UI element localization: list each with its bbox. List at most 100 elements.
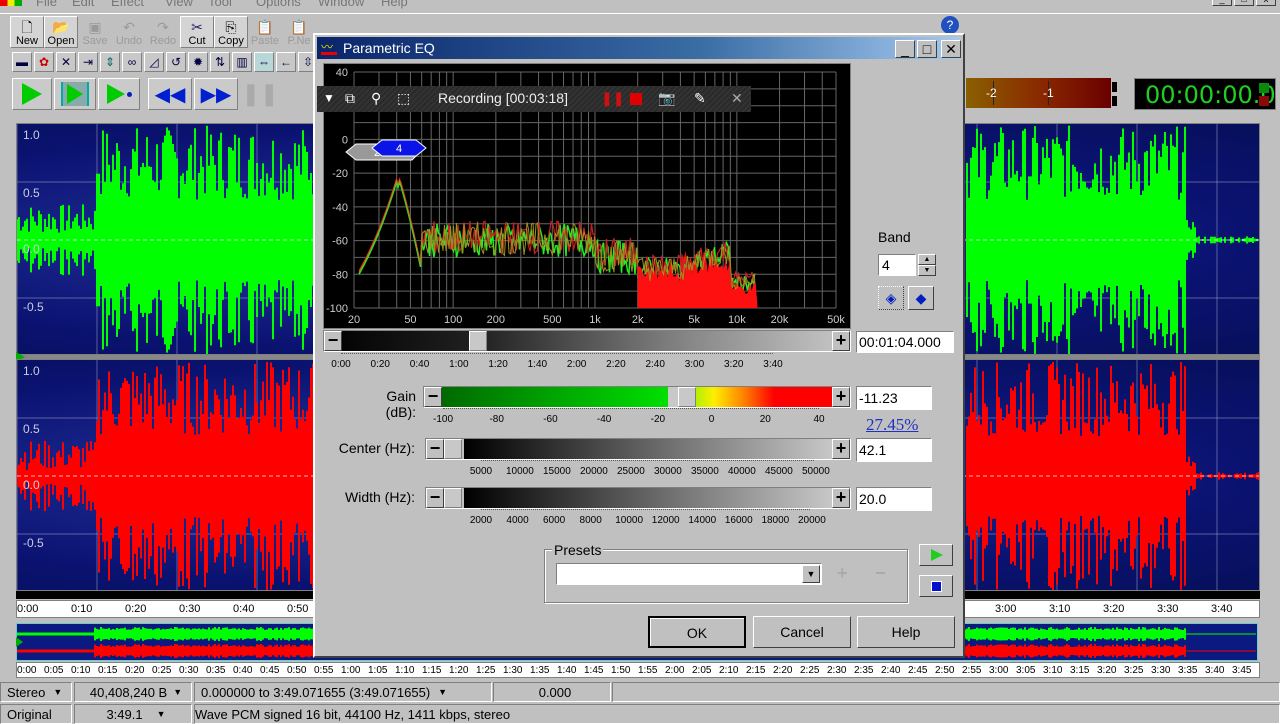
length-selector[interactable]: 3:49.1 ▼ <box>74 704 192 724</box>
presets-dropdown[interactable]: ▼ <box>556 563 822 585</box>
dialog-close-button[interactable]: ✕ <box>941 40 961 58</box>
band-up-button[interactable]: ▲ <box>918 254 936 265</box>
overview-ruler[interactable]: 0:00 0:05 0:10 0:15 0:20 0:25 0:30 0:35 0:40 0:45… <box>16 662 1260 678</box>
play-selection-button[interactable] <box>54 78 96 110</box>
cancel-button[interactable]: Cancel <box>753 616 851 648</box>
time-decrease-button[interactable]: − <box>324 331 342 351</box>
gain-slider[interactable]: − + <box>423 386 851 408</box>
menu-window[interactable]: Window <box>318 0 364 9</box>
close-icon[interactable]: x <box>1256 0 1276 6</box>
center-slider-thumb[interactable] <box>444 439 462 459</box>
rewind-button[interactable]: ◀◀ <box>148 78 192 110</box>
ok-button[interactable]: OK <box>648 616 746 648</box>
spectrum-icon[interactable]: ▥ <box>232 52 252 72</box>
ruler-tick-label: 0:45 <box>260 665 280 676</box>
menu-view[interactable]: View <box>165 0 193 9</box>
menu-edit[interactable]: Edit <box>72 0 94 9</box>
zoom-fit-icon[interactable]: ⇔ <box>254 52 274 72</box>
help-button[interactable]: Help <box>857 616 955 648</box>
band-down-button[interactable]: ▼ <box>918 265 936 276</box>
play-button[interactable] <box>12 78 52 110</box>
pause-button[interactable]: ❚❚ <box>240 78 280 110</box>
gain-input[interactable]: -11.23 <box>856 386 932 410</box>
stop-recording-icon[interactable] <box>630 93 642 105</box>
preview-play-button[interactable] <box>919 544 953 566</box>
remove-band-button[interactable]: ◆ <box>908 286 934 310</box>
width-input[interactable]: 20.0 <box>856 487 932 511</box>
gain-percent-link[interactable]: 27.45% <box>866 415 918 435</box>
menu-options[interactable]: Options <box>256 0 301 9</box>
arrow-left-icon[interactable]: ← <box>276 52 296 72</box>
effect-icon[interactable]: ✹ <box>188 52 208 72</box>
time-position-input[interactable]: 00:01:04.000 <box>856 331 954 353</box>
mix-icon[interactable]: ✿ <box>34 52 54 72</box>
play-to-end-button[interactable] <box>98 78 140 110</box>
fast-forward-button[interactable]: ▶▶ <box>194 78 238 110</box>
menu-tool[interactable]: Tool <box>208 0 232 9</box>
new-button[interactable]: 🗋 New <box>10 16 44 48</box>
width-slider[interactable]: − + <box>425 487 851 509</box>
y-tick-label: -60 <box>332 236 348 248</box>
silence-icon[interactable]: ▬ <box>12 52 32 72</box>
time-slider-thumb[interactable] <box>469 331 487 351</box>
fade-in-icon[interactable]: ◿ <box>144 52 164 72</box>
ruler-tick-label: 2:05 <box>692 665 712 676</box>
cut-button[interactable]: ✂ Cut <box>180 16 214 48</box>
magnifier-icon[interactable]: ⚲ <box>371 90 381 107</box>
dialog-minimize-button[interactable]: _ <box>895 40 915 58</box>
y-label: 1.0 <box>23 128 40 142</box>
size-selector[interactable]: 40,408,240 B ▼ <box>74 682 192 702</box>
channels-selector[interactable]: Stereo ▼ <box>0 682 72 702</box>
remove-preset-button[interactable]: − <box>875 563 886 584</box>
center-slider[interactable]: − + <box>425 438 851 460</box>
redo-button[interactable]: ↷ Redo <box>146 16 180 48</box>
menu-file[interactable]: File <box>36 0 57 9</box>
copy-button[interactable]: ⎘ Copy <box>214 16 248 48</box>
preview-stop-button[interactable] <box>919 575 953 597</box>
amplify-icon[interactable]: ⇅ <box>210 52 230 72</box>
cursor-value: 0.000 <box>493 682 611 702</box>
gain-increase-button[interactable]: + <box>832 387 850 407</box>
dialog-title-bar[interactable]: 〰 Parametric EQ _ □ ✕ <box>317 37 961 59</box>
menu-effect[interactable]: Effect <box>111 0 144 9</box>
center-increase-button[interactable]: + <box>832 439 850 459</box>
time-increase-button[interactable]: + <box>832 331 850 351</box>
center-decrease-button[interactable]: − <box>426 439 444 459</box>
close-recording-icon[interactable]: ✕ <box>731 90 743 107</box>
dialog-maximize-button[interactable]: □ <box>917 40 937 58</box>
region-select-icon[interactable]: ⬚ <box>397 90 410 107</box>
undo-button[interactable]: ↶ Undo <box>112 16 146 48</box>
center-input[interactable]: 42.1 <box>856 438 932 462</box>
add-band-button[interactable]: ◈ <box>878 286 904 310</box>
add-preset-button[interactable]: + <box>837 563 848 584</box>
ruler-tick-label: 3:00 <box>989 665 1009 676</box>
time-position-slider[interactable]: − + <box>323 330 851 352</box>
pause-recording-icon[interactable]: ❚❚ <box>601 90 624 107</box>
camera-icon[interactable]: 📷 <box>658 90 675 107</box>
pencil-icon[interactable]: ✎ <box>694 90 706 107</box>
menu-help[interactable]: Help <box>381 0 408 9</box>
collapse-icon[interactable]: ▼ <box>323 91 335 105</box>
width-decrease-button[interactable]: − <box>426 488 444 508</box>
open-button[interactable]: 📂 Open <box>44 16 78 48</box>
gain-slider-thumb[interactable] <box>678 387 697 407</box>
maximize-icon[interactable]: □ <box>1234 0 1254 6</box>
selection-range-selector[interactable]: 0.000000 to 3:49.071655 (3:49.071655) ▼ <box>194 682 492 702</box>
center-value: 42.1 <box>859 442 887 458</box>
trim-icon[interactable]: ✕ <box>56 52 76 72</box>
window-icon[interactable]: ⧉ <box>345 90 355 107</box>
fade-icon[interactable]: ∞ <box>122 52 142 72</box>
band-input[interactable]: 4 <box>878 254 916 276</box>
width-slider-thumb[interactable] <box>444 488 462 508</box>
presets-dropdown-arrow-icon[interactable]: ▼ <box>802 565 820 583</box>
paste-new-button[interactable]: 📋 P.Ne <box>282 16 316 48</box>
gain-decrease-button[interactable]: − <box>424 387 442 407</box>
minimize-icon[interactable]: _ <box>1212 0 1232 6</box>
normalize-icon[interactable]: ⇕ <box>100 52 120 72</box>
paste-button[interactable]: 📋 Paste <box>248 16 282 48</box>
save-button[interactable]: ▣ Save <box>78 16 112 48</box>
reverse-icon[interactable]: ↺ <box>166 52 186 72</box>
slider-tick-label: 6000 <box>542 515 566 526</box>
cursor-end-icon[interactable]: ⇥ <box>78 52 98 72</box>
width-increase-button[interactable]: + <box>832 488 850 508</box>
